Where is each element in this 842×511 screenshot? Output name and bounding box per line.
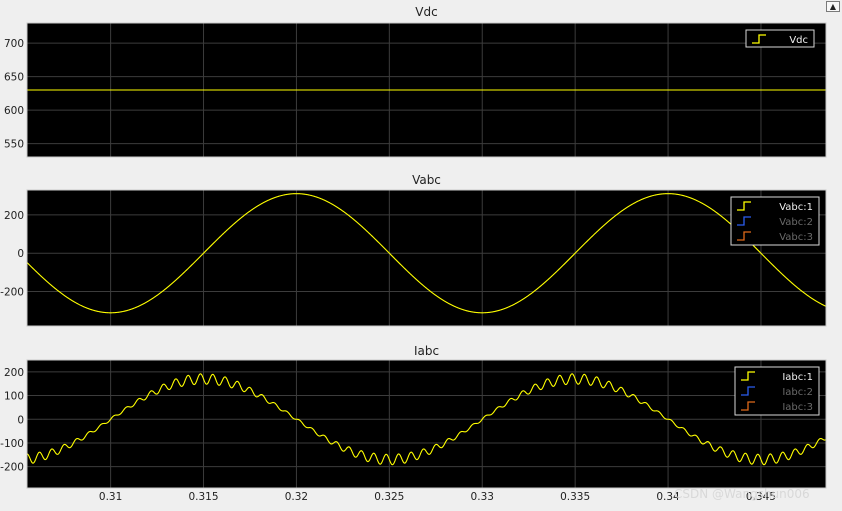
legend-label: Vabc:1 — [779, 202, 813, 213]
y-tick-label: 550 — [4, 139, 24, 151]
watermark: CSDN @Wangshun006 — [674, 487, 810, 501]
axes-background — [27, 360, 826, 488]
x-tick-label: 0.33 — [471, 491, 494, 503]
x-tick-label: 0.315 — [188, 491, 218, 503]
scope-window: Vdc 550 600 650 700 Vdc Vabc -200 0 200 Vabc:1 Vabc… — [0, 0, 842, 511]
y-tick-label: -200 — [0, 287, 24, 299]
y-tick-label: -100 — [0, 438, 24, 450]
y-tick-label: 0 — [17, 414, 24, 426]
expand-icon[interactable]: ▲ — [826, 1, 840, 12]
legend-label: Iabc:1 — [782, 372, 813, 383]
y-tick-label: 100 — [4, 391, 24, 403]
legend-label: Iabc:2 — [782, 387, 813, 398]
y-tick-label: 200 — [4, 210, 24, 222]
y-tick-label: 650 — [4, 72, 24, 84]
x-tick-label: 0.31 — [99, 491, 122, 503]
y-tick-label: 700 — [4, 38, 24, 50]
legend-label: Iabc:3 — [782, 402, 813, 413]
y-tick-label: 600 — [4, 105, 24, 117]
panel-title: Iabc — [414, 344, 439, 358]
panel-title: Vabc — [412, 173, 441, 187]
y-tick-label: -200 — [0, 462, 24, 474]
scope-plot: Vdc 550 600 650 700 Vdc Vabc -200 0 200 Vabc:1 Vabc… — [0, 5, 827, 503]
x-tick-label: 0.325 — [374, 491, 404, 503]
legend-label: Vabc:3 — [779, 232, 813, 243]
y-tick-label: 0 — [17, 248, 24, 260]
legend-label: Vdc — [789, 35, 808, 46]
axes-background — [27, 190, 826, 326]
legend-label: Vabc:2 — [779, 217, 813, 228]
x-tick-label: 0.335 — [560, 491, 590, 503]
y-tick-label: 200 — [4, 367, 24, 379]
x-tick-label: 0.32 — [285, 491, 308, 503]
panel-title: Vdc — [415, 5, 437, 19]
